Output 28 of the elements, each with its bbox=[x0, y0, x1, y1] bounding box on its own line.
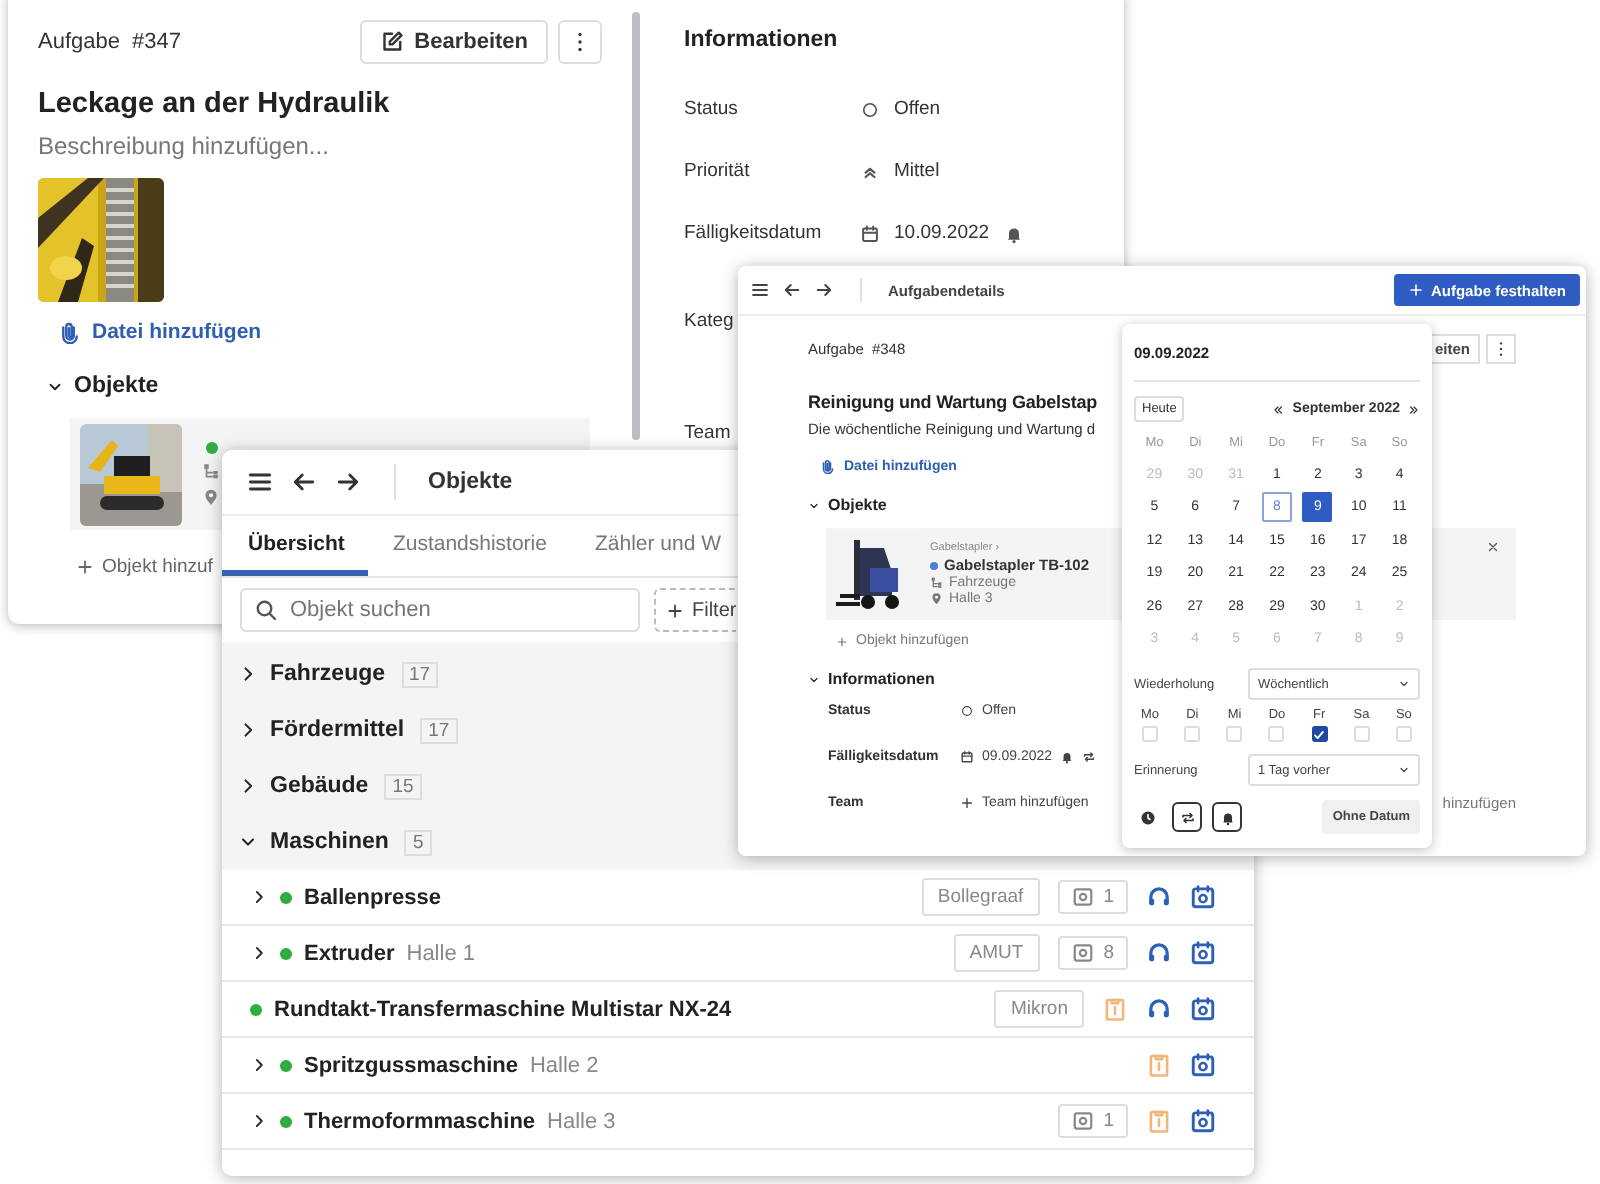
object-name: Thermoformmaschine bbox=[304, 1109, 536, 1133]
task-title: Reinigung und Wartung Gabelstap bbox=[808, 392, 1098, 412]
count-badge: 15 bbox=[384, 773, 422, 799]
task-number: #347 bbox=[131, 30, 181, 54]
object-name: Ballenpresse bbox=[304, 885, 441, 909]
object-location: Halle 1 bbox=[406, 941, 475, 965]
manufacturer-tag: Mikron bbox=[994, 990, 1084, 1028]
field-label: Team bbox=[684, 421, 731, 443]
object-name: Spritzgussmaschine bbox=[304, 1053, 518, 1077]
window-title: Objekte bbox=[428, 470, 513, 494]
field-label: Fälligkeitsdatum bbox=[684, 222, 822, 244]
task-label: Aufgabe bbox=[38, 30, 120, 54]
count-badge: 5 bbox=[404, 829, 432, 855]
manufacturer-tag: Bollegraaf bbox=[921, 878, 1040, 916]
section-title: Informationen bbox=[828, 670, 935, 688]
field-label: Priorität bbox=[684, 160, 750, 182]
task-title: Leckage an der Hydraulik bbox=[38, 88, 390, 120]
section-title: Objekte bbox=[828, 496, 887, 514]
object-name: Rundtakt-Transfermaschine Multistar NX-24 bbox=[274, 997, 732, 1021]
field-label: Kateg bbox=[684, 309, 734, 331]
object-name: Extruder bbox=[304, 941, 395, 965]
count-badge: 17 bbox=[401, 661, 439, 687]
count-badge: 17 bbox=[420, 717, 458, 743]
section-title: Informationen bbox=[684, 28, 840, 52]
field-label: Status bbox=[684, 98, 738, 120]
object-location: Halle 3 bbox=[547, 1109, 616, 1133]
manufacturer-tag: AMUT bbox=[953, 934, 1040, 972]
object-location: Halle 2 bbox=[529, 1053, 599, 1077]
